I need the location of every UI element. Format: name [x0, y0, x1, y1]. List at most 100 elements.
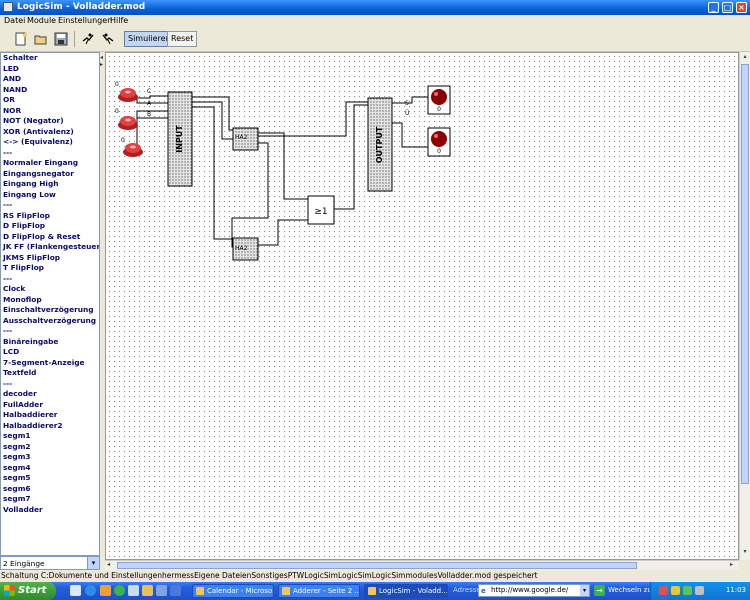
- window-title: LogicSim - Volladder.mod: [17, 2, 146, 12]
- tray-icon[interactable]: [671, 586, 680, 595]
- collapse-left-icon[interactable]: ◂: [100, 54, 103, 61]
- tray-icon[interactable]: [659, 586, 668, 595]
- reset-button[interactable]: Reset: [167, 31, 198, 47]
- show-desktop-icon[interactable]: [70, 585, 81, 596]
- component-item[interactable]: Eingangsnegator: [1, 169, 99, 180]
- switch-2[interactable]: 0: [115, 108, 138, 130]
- component-item[interactable]: segm4: [1, 463, 99, 474]
- menu-hilfe[interactable]: Hilfe: [110, 16, 128, 25]
- component-item[interactable]: T FlipFlop: [1, 263, 99, 274]
- switch-3[interactable]: 0: [121, 137, 143, 157]
- component-item[interactable]: Eingang High: [1, 179, 99, 190]
- address-input[interactable]: e http://www.google.de/ ▾: [478, 584, 590, 597]
- add-input-button[interactable]: [79, 30, 97, 48]
- component-list[interactable]: Schalter LED AND NAND OR NOR NOT (Negator) XOR …: [0, 52, 100, 556]
- component-item[interactable]: segm2: [1, 442, 99, 453]
- component-item[interactable]: NAND: [1, 85, 99, 96]
- scroll-down-icon[interactable]: ▾: [741, 548, 749, 557]
- component-item[interactable]: segm3: [1, 452, 99, 463]
- minimize-button[interactable]: _: [708, 2, 719, 13]
- component-item[interactable]: 7-Segment-Anzeige: [1, 358, 99, 369]
- component-item[interactable]: RS FlipFlop: [1, 211, 99, 222]
- start-button[interactable]: Start: [0, 582, 56, 600]
- component-item[interactable]: Halbaddierer2: [1, 421, 99, 432]
- component-item[interactable]: segm6: [1, 484, 99, 495]
- open-file-button[interactable]: [32, 30, 50, 48]
- component-item[interactable]: <-> (Equivalenz): [1, 137, 99, 148]
- new-file-button[interactable]: [12, 30, 30, 48]
- component-item[interactable]: D FlipFlop & Reset: [1, 232, 99, 243]
- play-icon[interactable]: [114, 585, 125, 596]
- component-item[interactable]: JK FF (Flankengesteuert): [1, 242, 99, 253]
- media-icon[interactable]: [100, 585, 111, 596]
- component-item[interactable]: Textfeld: [1, 368, 99, 379]
- scroll-left-icon[interactable]: ◂: [107, 561, 110, 568]
- component-item[interactable]: Monoflop: [1, 295, 99, 306]
- switch-1[interactable]: 0: [115, 81, 138, 102]
- folder-icon[interactable]: [142, 585, 153, 596]
- output-block-label: OUTPUT: [375, 126, 384, 163]
- component-item[interactable]: JKMS FlipFlop: [1, 253, 99, 264]
- output-block[interactable]: OUTPUT: [367, 97, 393, 192]
- led-1[interactable]: 0: [427, 85, 451, 115]
- component-item[interactable]: NOT (Negator): [1, 116, 99, 127]
- explorer-icon[interactable]: [128, 585, 139, 596]
- save-button[interactable]: [52, 30, 70, 48]
- circuit-canvas[interactable]: 0 0 0 C A B INPUT HA2 HA2 ≥1 OUTPUT S Ü …: [105, 52, 739, 560]
- component-item[interactable]: Volladder: [1, 505, 99, 516]
- component-item[interactable]: XOR (Antivalenz): [1, 127, 99, 138]
- component-item[interactable]: Clock: [1, 284, 99, 295]
- maximize-button[interactable]: □: [722, 2, 733, 13]
- horizontal-scroll-thumb[interactable]: [117, 562, 637, 569]
- menu-module[interactable]: Module: [27, 16, 56, 25]
- vertical-scroll-thumb[interactable]: [741, 64, 749, 484]
- go-label[interactable]: Wechseln zu: [608, 586, 652, 594]
- task-adderer[interactable]: Adderer - Seite 2 ...: [278, 584, 360, 598]
- pin-label-b: B: [147, 111, 151, 118]
- component-item[interactable]: segm5: [1, 473, 99, 484]
- menu-einstellungen[interactable]: Einstellungen: [58, 16, 112, 25]
- component-item[interactable]: segm7: [1, 494, 99, 505]
- component-item[interactable]: Ausschaltverzögerung: [1, 316, 99, 327]
- input-block[interactable]: INPUT: [167, 91, 193, 187]
- chevron-down-icon[interactable]: ▾: [580, 585, 589, 596]
- scroll-up-icon[interactable]: ▴: [741, 53, 749, 62]
- component-item[interactable]: Schalter: [1, 53, 99, 64]
- vertical-scrollbar[interactable]: ▴ ▾: [739, 52, 750, 560]
- component-item[interactable]: OR: [1, 95, 99, 106]
- component-item[interactable]: LED: [1, 64, 99, 75]
- component-item[interactable]: D FlipFlop: [1, 221, 99, 232]
- led-2[interactable]: 0: [427, 127, 451, 157]
- chevron-down-icon[interactable]: ▾: [87, 557, 99, 569]
- browser-icon[interactable]: [85, 585, 96, 596]
- go-arrow-icon[interactable]: →: [594, 585, 605, 596]
- app-shortcut-icon[interactable]: [156, 585, 167, 596]
- component-item[interactable]: FullAdder: [1, 400, 99, 411]
- component-item[interactable]: segm1: [1, 431, 99, 442]
- component-item[interactable]: decoder: [1, 389, 99, 400]
- task-logicsim[interactable]: LogicSim - Voladd...: [364, 584, 448, 598]
- remove-input-button[interactable]: [99, 30, 117, 48]
- tray-icon[interactable]: [695, 586, 704, 595]
- close-button[interactable]: ×: [736, 2, 747, 13]
- expand-right-icon[interactable]: ▸: [100, 61, 103, 68]
- component-item[interactable]: Eingang Low: [1, 190, 99, 201]
- component-item[interactable]: Binäreingabe: [1, 337, 99, 348]
- component-item[interactable]: Einschaltverzögerung: [1, 305, 99, 316]
- scroll-right-icon[interactable]: ▸: [730, 561, 733, 568]
- horizontal-scrollbar[interactable]: ◂ ▸: [105, 560, 739, 570]
- menu-datei[interactable]: Datei: [4, 16, 25, 25]
- tray-icon[interactable]: [683, 586, 692, 595]
- or-gate-label: ≥1: [314, 207, 327, 217]
- or-gate[interactable]: ≥1: [307, 195, 335, 225]
- task-calendar[interactable]: Calendar - Microso...: [192, 584, 274, 598]
- component-item[interactable]: Normaler Eingang: [1, 158, 99, 169]
- app-shortcut-icon[interactable]: [170, 585, 181, 596]
- half-adder-2[interactable]: HA2: [232, 237, 259, 261]
- half-adder-1[interactable]: HA2: [232, 127, 259, 151]
- input-count-select[interactable]: 2 Eingänge ▾: [0, 556, 100, 570]
- component-item[interactable]: LCD: [1, 347, 99, 358]
- component-item[interactable]: Halbaddierer: [1, 410, 99, 421]
- component-item[interactable]: AND: [1, 74, 99, 85]
- component-item[interactable]: NOR: [1, 106, 99, 117]
